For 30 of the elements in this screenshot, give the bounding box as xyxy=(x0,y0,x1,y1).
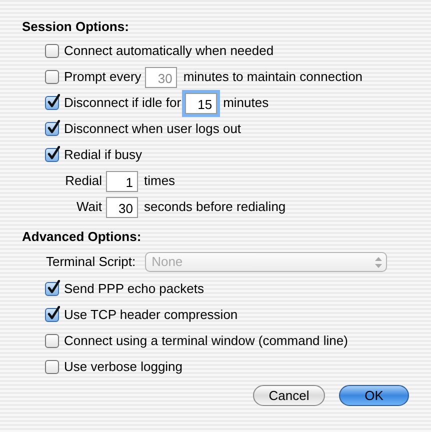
checkbox[interactable] xyxy=(45,148,59,162)
field-label: minutes to maintain connection xyxy=(183,68,363,86)
checkbox-label[interactable]: Use TCP header compression xyxy=(64,305,238,325)
checkbox-label[interactable]: Connect automatically when needed xyxy=(64,41,274,61)
checkbox-label[interactable]: Use verbose logging xyxy=(64,357,183,377)
checkbox[interactable] xyxy=(45,96,59,110)
ok-button[interactable]: OK xyxy=(339,385,409,406)
number-field[interactable]: 30 xyxy=(106,196,138,218)
section-heading: Session Options: xyxy=(22,18,130,36)
checkbox[interactable] xyxy=(45,44,59,58)
checkbox[interactable] xyxy=(45,282,59,296)
field-label: Redial xyxy=(65,172,102,190)
field-label: times xyxy=(144,172,176,190)
number-field[interactable]: 1 xyxy=(106,170,138,192)
cancel-button[interactable]: Cancel xyxy=(253,385,325,406)
checkbox-label[interactable]: Disconnect when user logs out xyxy=(64,119,242,139)
section-heading: Advanced Options: xyxy=(22,228,142,246)
checkbox-label[interactable]: Disconnect if idle for xyxy=(64,93,182,113)
checkbox[interactable] xyxy=(45,334,59,348)
checkbox[interactable] xyxy=(45,122,59,136)
checkbox[interactable] xyxy=(45,308,59,322)
stepper-arrows-icon xyxy=(374,256,382,268)
field-label: Wait xyxy=(76,198,102,216)
field-label: minutes xyxy=(223,94,269,112)
field-label: seconds before redialing xyxy=(144,198,286,216)
checkbox-label[interactable]: Send PPP echo packets xyxy=(64,279,204,299)
checkbox-label[interactable]: Redial if busy xyxy=(64,145,142,165)
checkbox[interactable] xyxy=(45,360,59,374)
field-label: Terminal Script: xyxy=(46,253,136,272)
checkbox-label[interactable]: Connect using a terminal window (command line) xyxy=(64,331,348,351)
